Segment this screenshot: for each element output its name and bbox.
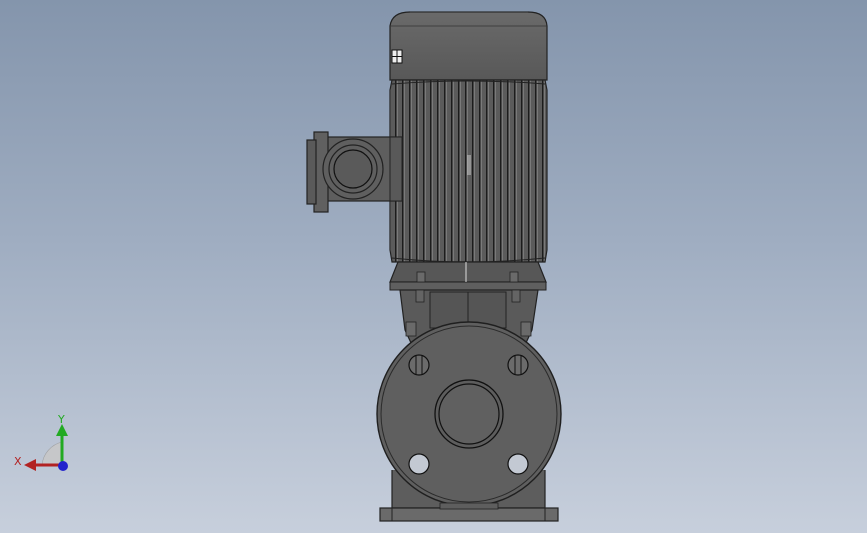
graphics-viewport[interactable]: X Y	[0, 0, 867, 533]
y-axis-label: Y	[58, 413, 65, 426]
pump-model[interactable]	[0, 0, 867, 533]
z-axis-dot	[58, 461, 68, 471]
x-axis-label: X	[14, 455, 22, 468]
bolt-hole-top-left	[408, 354, 430, 376]
suction-port	[434, 379, 504, 449]
reference-triad	[24, 424, 68, 471]
motor-fan-cover	[389, 11, 548, 81]
motor-flange	[389, 261, 547, 291]
terminal-box	[306, 131, 403, 213]
nameplate-icon	[391, 49, 403, 64]
bolt-hole-bottom-left	[408, 453, 430, 475]
bolt-hole-top-right	[507, 354, 529, 376]
bolt-hole-bottom-right	[507, 453, 529, 475]
motor-housing	[389, 79, 548, 263]
